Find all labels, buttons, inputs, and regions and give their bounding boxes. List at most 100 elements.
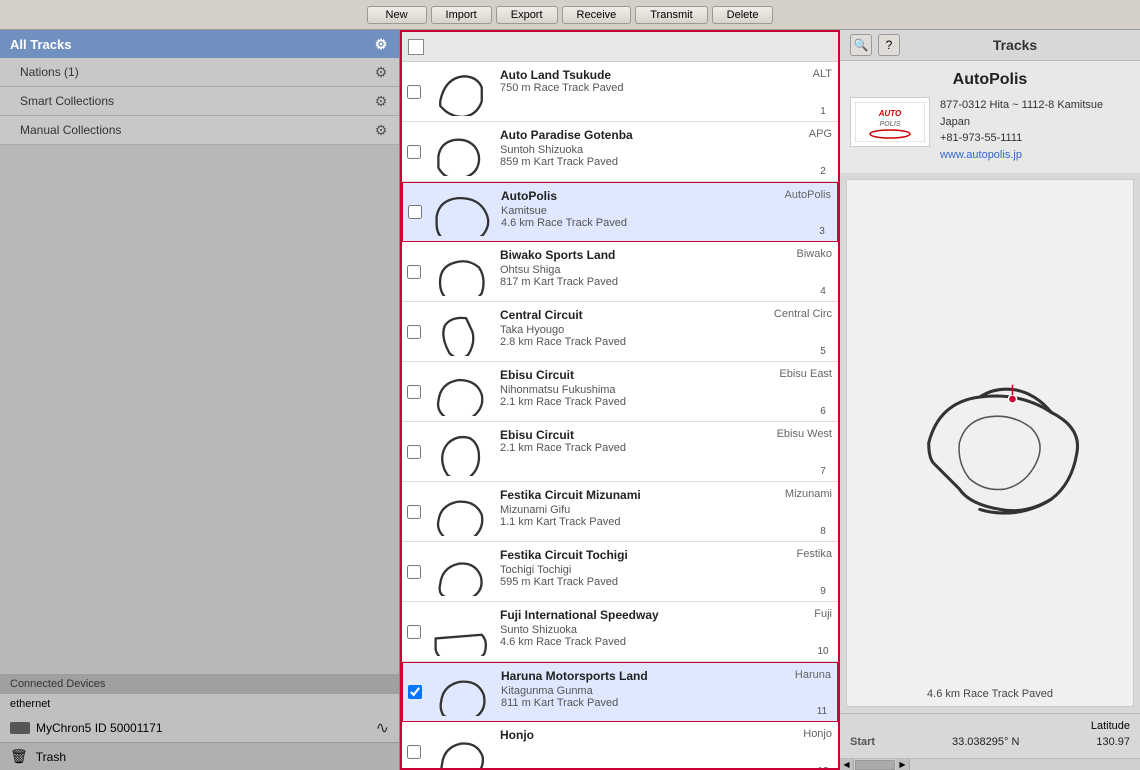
- track-details-8: 595 m Kart Track Paved: [500, 576, 804, 588]
- all-tracks-header[interactable]: All Tracks ⚙: [0, 30, 399, 58]
- track-row[interactable]: Auto Land Tsukude 750 m Race Track Paved…: [402, 62, 838, 122]
- manual-collections-gear-icon[interactable]: ⚙: [373, 122, 389, 138]
- track-row[interactable]: Ebisu Circuit Nihonmatsu Fukushima 2.1 k…: [402, 362, 838, 422]
- manual-collections-item[interactable]: Manual Collections ⚙: [0, 116, 399, 145]
- checkbox-5[interactable]: [407, 385, 421, 399]
- new-button[interactable]: New: [367, 6, 427, 24]
- track-row[interactable]: Festika Circuit Tochigi Tochigi Tochigi …: [402, 542, 838, 602]
- receive-button[interactable]: Receive: [562, 6, 632, 24]
- track-details-0: 750 m Race Track Paved: [500, 82, 804, 94]
- track-row[interactable]: AutoPolis Kamitsue 4.6 km Race Track Pav…: [402, 182, 838, 242]
- start-label: Start: [850, 736, 875, 748]
- checkbox-9[interactable]: [407, 625, 421, 639]
- track-details-10: 811 m Kart Track Paved: [501, 697, 803, 709]
- track-row[interactable]: Biwako Sports Land Ohtsu Shiga 817 m Kar…: [402, 242, 838, 302]
- track-svg-7: [431, 488, 491, 536]
- track-code-11: Honjo: [803, 728, 832, 740]
- track-row[interactable]: Central Circuit Taka Hyougo 2.8 km Race …: [402, 302, 838, 362]
- track-info-1: Auto Paradise Gotenba Suntoh Shizuoka 85…: [496, 122, 808, 181]
- website-link[interactable]: www.autopolis.jp: [940, 149, 1022, 161]
- checkbox-11[interactable]: [407, 745, 421, 759]
- all-tracks-label: All Tracks: [10, 37, 71, 52]
- checkbox-10[interactable]: [408, 685, 422, 699]
- detail-track-name: AutoPolis: [850, 71, 1130, 89]
- svg-text:POLIS: POLIS: [879, 121, 900, 128]
- track-details-2: 4.6 km Race Track Paved: [501, 217, 803, 229]
- track-checkbox-10[interactable]: [403, 663, 427, 721]
- checkbox-8[interactable]: [407, 565, 421, 579]
- track-code-3: Biwako: [797, 248, 832, 260]
- track-svg-5: [431, 368, 491, 416]
- track-info-11: Honjo: [496, 722, 808, 768]
- track-checkbox-9[interactable]: [402, 602, 426, 661]
- track-image-2: [427, 183, 497, 241]
- checkbox-6[interactable]: [407, 445, 421, 459]
- track-details-4: 2.8 km Race Track Paved: [500, 336, 804, 348]
- track-code-10: Haruna: [795, 669, 831, 681]
- smart-collections-gear-icon[interactable]: ⚙: [373, 93, 389, 109]
- horizontal-scrollbar[interactable]: ◀ ▶: [840, 758, 1140, 770]
- track-name-8: Festika Circuit Tochigi: [500, 548, 804, 562]
- track-location-1: Suntoh Shizuoka: [500, 144, 804, 156]
- track-details-5: 2.1 km Race Track Paved: [500, 396, 804, 408]
- track-info-2: AutoPolis Kamitsue 4.6 km Race Track Pav…: [497, 183, 807, 241]
- track-checkbox-5[interactable]: [402, 362, 426, 421]
- track-details-6: 2.1 km Race Track Paved: [500, 442, 804, 454]
- help-icon[interactable]: ?: [878, 34, 900, 56]
- track-row[interactable]: Haruna Motorsports Land Kitagunma Gunma …: [402, 662, 838, 722]
- track-name-11: Honjo: [500, 728, 804, 742]
- track-location-7: Mizunami Gifu: [500, 504, 804, 516]
- trash-item[interactable]: 🗑 Trash: [0, 742, 399, 770]
- checkbox-0[interactable]: [407, 85, 421, 99]
- track-checkbox-11[interactable]: [402, 722, 426, 768]
- nations-item[interactable]: Nations (1) ⚙: [0, 58, 399, 87]
- address-line2: Japan: [940, 114, 1103, 131]
- checkbox-1[interactable]: [407, 145, 421, 159]
- logo-box: AUTO POLIS: [850, 97, 930, 147]
- checkbox-2[interactable]: [408, 205, 422, 219]
- smart-collections-item[interactable]: Smart Collections ⚙: [0, 87, 399, 116]
- track-name-5: Ebisu Circuit: [500, 368, 804, 382]
- track-checkbox-6[interactable]: [402, 422, 426, 481]
- scroll-thumb[interactable]: [855, 760, 895, 770]
- sidebar: All Tracks ⚙ Nations (1) ⚙ Smart Collect…: [0, 30, 400, 770]
- track-location-8: Tochigi Tochigi: [500, 564, 804, 576]
- scroll-right-arrow[interactable]: ▶: [896, 759, 910, 770]
- track-svg-10: [432, 668, 492, 716]
- track-row[interactable]: Festika Circuit Mizunami Mizunami Gifu 1…: [402, 482, 838, 542]
- all-tracks-gear-icon[interactable]: ⚙: [373, 36, 389, 52]
- track-row[interactable]: Honjo Honjo 12: [402, 722, 838, 768]
- manual-collections-label: Manual Collections: [20, 123, 121, 137]
- track-image-8: [426, 542, 496, 601]
- checkbox-4[interactable]: [407, 325, 421, 339]
- checkbox-3[interactable]: [407, 265, 421, 279]
- right-icons: 🔍 ?: [850, 34, 900, 56]
- track-checkbox-7[interactable]: [402, 482, 426, 541]
- track-checkbox-4[interactable]: [402, 302, 426, 361]
- track-checkbox-1[interactable]: [402, 122, 426, 181]
- track-checkbox-3[interactable]: [402, 242, 426, 301]
- scroll-left-arrow[interactable]: ◀: [840, 759, 854, 770]
- track-map-svg: [847, 180, 1133, 706]
- track-list[interactable]: Auto Land Tsukude 750 m Race Track Paved…: [402, 62, 838, 768]
- export-button[interactable]: Export: [496, 6, 558, 24]
- track-row[interactable]: Auto Paradise Gotenba Suntoh Shizuoka 85…: [402, 122, 838, 182]
- track-checkbox-2[interactable]: [403, 183, 427, 241]
- track-list-header: [402, 32, 838, 62]
- track-code-6: Ebisu West: [777, 428, 832, 440]
- track-checkbox-8[interactable]: [402, 542, 426, 601]
- track-checkbox-0[interactable]: [402, 62, 426, 121]
- select-all-checkbox[interactable]: [408, 39, 424, 55]
- track-svg-0: [431, 68, 491, 116]
- track-image-1: [426, 122, 496, 181]
- toolbar: New Import Export Receive Transmit Delet…: [0, 0, 1140, 30]
- search-icon[interactable]: 🔍: [850, 34, 872, 56]
- delete-button[interactable]: Delete: [712, 6, 774, 24]
- track-row[interactable]: Ebisu Circuit 2.1 km Race Track Paved Eb…: [402, 422, 838, 482]
- import-button[interactable]: Import: [431, 6, 492, 24]
- nations-gear-icon[interactable]: ⚙: [373, 64, 389, 80]
- device-icon: [10, 722, 30, 734]
- checkbox-7[interactable]: [407, 505, 421, 519]
- transmit-button[interactable]: Transmit: [635, 6, 707, 24]
- track-row[interactable]: Fuji International Speedway Sunto Shizuo…: [402, 602, 838, 662]
